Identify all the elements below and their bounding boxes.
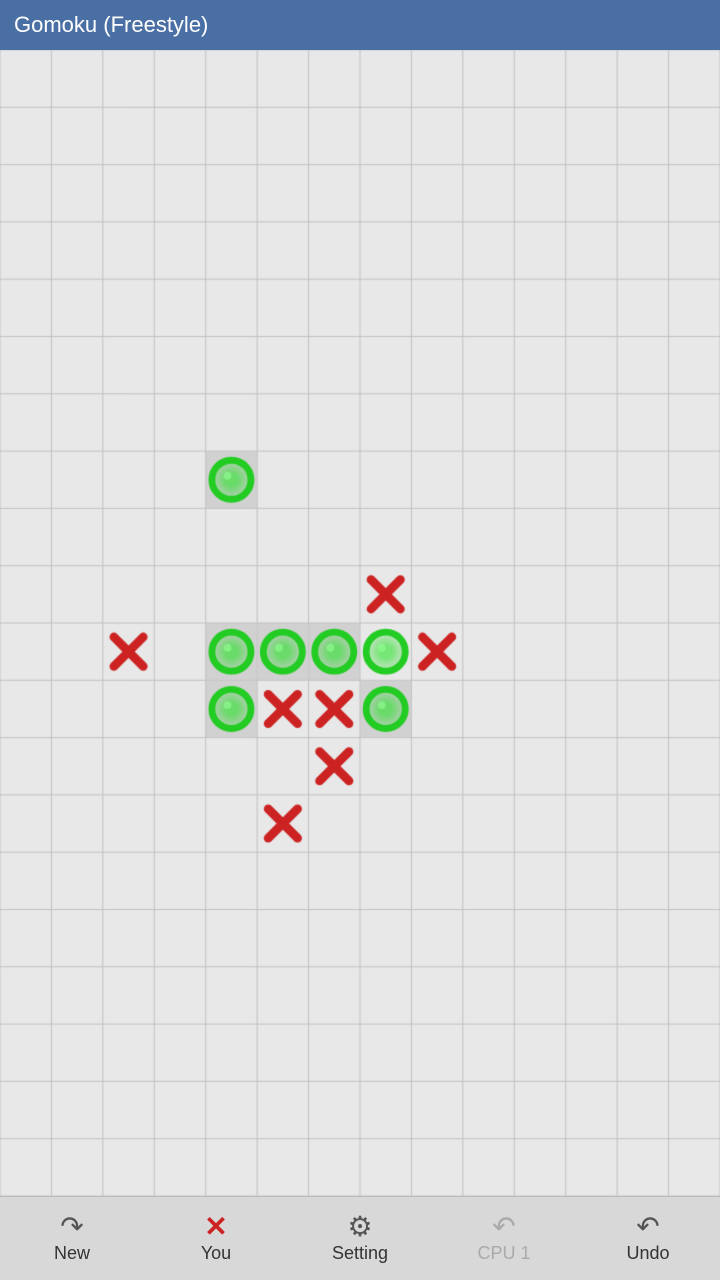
new-button[interactable]: ↷ New — [0, 1197, 144, 1280]
setting-label: Setting — [332, 1243, 388, 1264]
setting-button[interactable]: ⚙ Setting — [288, 1197, 432, 1280]
new-label: New — [54, 1243, 90, 1264]
cpu-icon: ↶ — [492, 1213, 515, 1241]
setting-icon: ⚙ — [347, 1213, 372, 1241]
game-area[interactable] — [0, 50, 720, 1196]
cpu-label: CPU 1 — [477, 1243, 530, 1264]
you-label: You — [201, 1243, 231, 1264]
undo-button[interactable]: ↶ Undo — [576, 1197, 720, 1280]
bottom-bar: ↷ New ✕ You ⚙ Setting ↶ CPU 1 ↶ Undo — [0, 1196, 720, 1280]
cpu-button[interactable]: ↶ CPU 1 — [432, 1197, 576, 1280]
app-title: Gomoku (Freestyle) — [14, 12, 208, 38]
you-button[interactable]: ✕ You — [144, 1197, 288, 1280]
undo-icon: ↶ — [636, 1213, 659, 1241]
game-board[interactable] — [0, 50, 720, 1196]
you-icon: ✕ — [204, 1213, 227, 1241]
undo-label: Undo — [626, 1243, 669, 1264]
title-bar: Gomoku (Freestyle) — [0, 0, 720, 50]
new-icon: ↷ — [60, 1213, 83, 1241]
